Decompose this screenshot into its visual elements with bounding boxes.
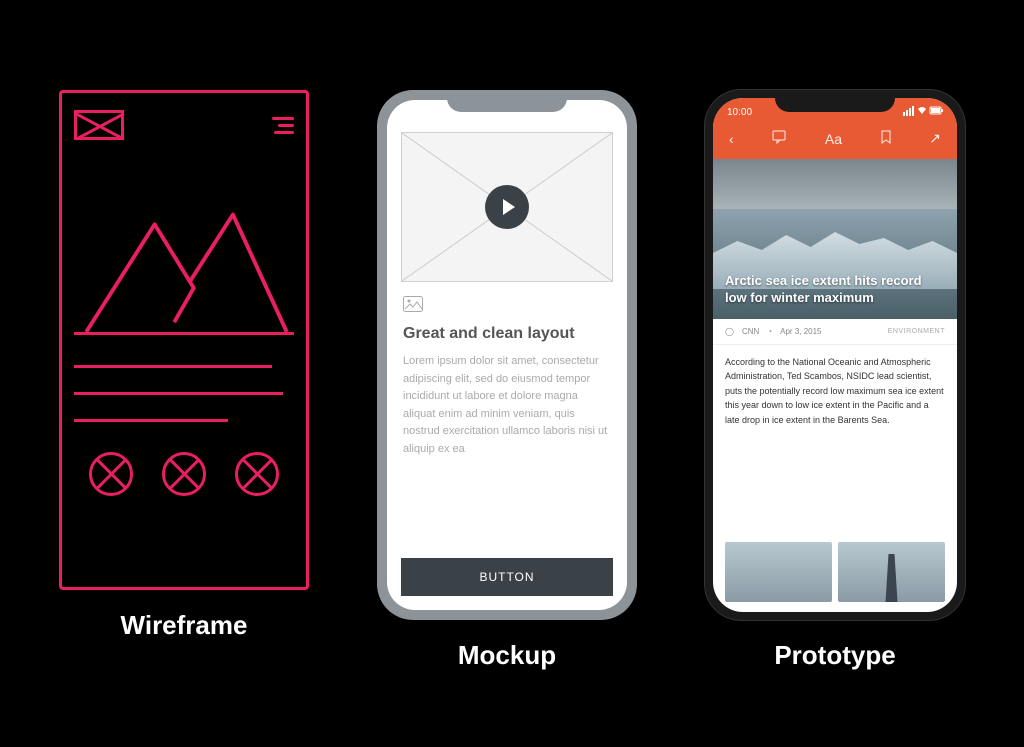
cta-button[interactable]: BUTTON <box>401 558 613 596</box>
mockup-body-text: Lorem ipsum dolor sit amet, consectetur … <box>403 353 611 459</box>
phone-frame-realistic: 10:00 ‹ Aa <box>705 90 965 620</box>
related-images <box>713 542 957 612</box>
play-button-icon[interactable] <box>485 185 529 229</box>
mockup-label: Mockup <box>458 640 556 671</box>
hero-image: Arctic sea ice extent hits record low fo… <box>713 159 957 319</box>
article-date: Apr 3, 2015 <box>780 327 821 336</box>
wireframe-header <box>74 105 294 145</box>
clock-icon: ◔ <box>767 327 772 336</box>
prototype-label: Prototype <box>774 640 895 671</box>
circle-button-icon <box>162 452 206 496</box>
action-buttons-row <box>74 452 294 496</box>
status-icons <box>903 106 943 119</box>
circle-button-icon <box>235 452 279 496</box>
bookmark-icon[interactable] <box>881 130 891 147</box>
design-stages-diagram: Wireframe Great and clean layout <box>0 0 1024 701</box>
wireframe-sketch <box>59 90 309 590</box>
prototype-column: 10:00 ‹ Aa <box>705 90 965 671</box>
mockup-title: Great and clean layout <box>403 325 611 343</box>
article-meta: ◯ CNN ◔ Apr 3, 2015 ENVIRONMENT <box>713 319 957 345</box>
wireframe-column: Wireframe <box>59 90 309 641</box>
article-category: ENVIRONMENT <box>888 328 945 335</box>
logo-placeholder-icon <box>74 110 124 140</box>
wireframe-label: Wireframe <box>121 610 248 641</box>
phone-frame: Great and clean layout Lorem ipsum dolor… <box>377 90 637 620</box>
phone-screen: 10:00 ‹ Aa <box>713 98 957 612</box>
image-icon <box>403 296 611 317</box>
phone-notch <box>447 90 567 112</box>
source-icon: ◯ <box>725 327 734 336</box>
share-icon[interactable]: ↗ <box>929 130 941 147</box>
video-placeholder <box>401 132 613 282</box>
article-toolbar: ‹ Aa ↗ <box>713 122 957 159</box>
mountain-icon <box>74 195 294 332</box>
comment-icon[interactable] <box>772 130 786 147</box>
signal-wifi-battery-icon <box>903 106 943 116</box>
article-title: Arctic sea ice extent hits record low fo… <box>725 273 945 307</box>
article-source: CNN <box>742 327 759 336</box>
back-icon[interactable]: ‹ <box>729 131 734 147</box>
hamburger-menu-icon <box>272 117 294 134</box>
text-lines-placeholder <box>74 365 294 422</box>
article-body: According to the National Oceanic and At… <box>713 345 957 542</box>
mockup-column: Great and clean layout Lorem ipsum dolor… <box>377 90 637 671</box>
thumbnail-image[interactable] <box>838 542 945 602</box>
phone-screen: Great and clean layout Lorem ipsum dolor… <box>387 100 627 610</box>
phone-notch <box>775 90 895 112</box>
status-time: 10:00 <box>727 107 752 118</box>
circle-button-icon <box>89 452 133 496</box>
image-placeholder <box>74 195 294 335</box>
thumbnail-image[interactable] <box>725 542 832 602</box>
font-size-button[interactable]: Aa <box>825 131 842 147</box>
